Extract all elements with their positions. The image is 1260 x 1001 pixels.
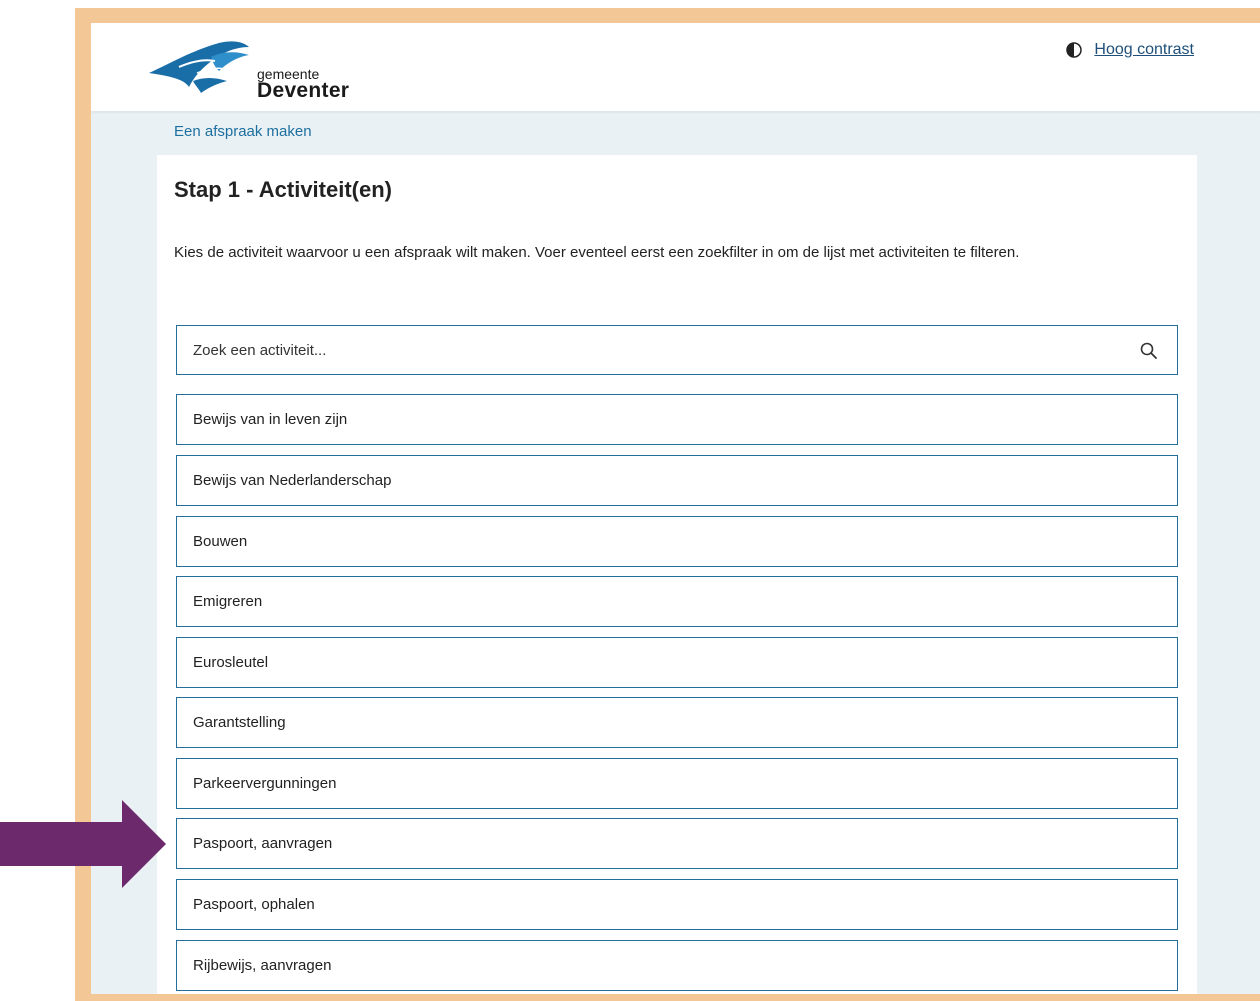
activity-item[interactable]: Paspoort, ophalen: [176, 879, 1178, 930]
activity-item[interactable]: Rijbewijs, aanvragen: [176, 940, 1178, 991]
contrast-icon: [1066, 42, 1083, 58]
activity-item[interactable]: Emigreren: [176, 576, 1178, 627]
search-box: [176, 325, 1178, 375]
appointment-step-card: Stap 1 - Activiteit(en) Kies de activite…: [157, 155, 1197, 994]
activity-item[interactable]: Parkeervergunningen: [176, 758, 1178, 809]
page-title: Stap 1 - Activiteit(en): [174, 177, 392, 202]
activity-item[interactable]: Bouwen: [176, 516, 1178, 567]
activity-item[interactable]: Bewijs van Nederlanderschap: [176, 455, 1178, 506]
activity-item[interactable]: Bewijs van in leven zijn: [176, 394, 1178, 445]
high-contrast-toggle[interactable]: Hoog contrast: [1066, 41, 1194, 59]
logo-title: Deventer: [257, 79, 350, 102]
search-icon[interactable]: [1139, 341, 1159, 361]
activity-item-paspoort-aanvragen[interactable]: Paspoort, aanvragen: [176, 818, 1178, 869]
search-input[interactable]: [177, 326, 1177, 374]
activity-item[interactable]: Eurosleutel: [176, 637, 1178, 688]
gemeente-deventer-logo[interactable]: gemeente Deventer: [149, 37, 359, 107]
site-header: gemeente Deventer Hoog contrast: [91, 23, 1260, 112]
browser-viewport: gemeente Deventer Hoog contrast Een afsp…: [91, 23, 1260, 994]
logo-bird-icon: [149, 41, 249, 93]
breadcrumb[interactable]: Een afspraak maken: [174, 123, 312, 140]
activity-item[interactable]: Garantstelling: [176, 697, 1178, 748]
intro-text: Kies de activiteit waarvoor u een afspra…: [174, 244, 1020, 261]
annotation-arrow-icon: [0, 800, 166, 888]
high-contrast-link[interactable]: Hoog contrast: [1094, 41, 1194, 59]
